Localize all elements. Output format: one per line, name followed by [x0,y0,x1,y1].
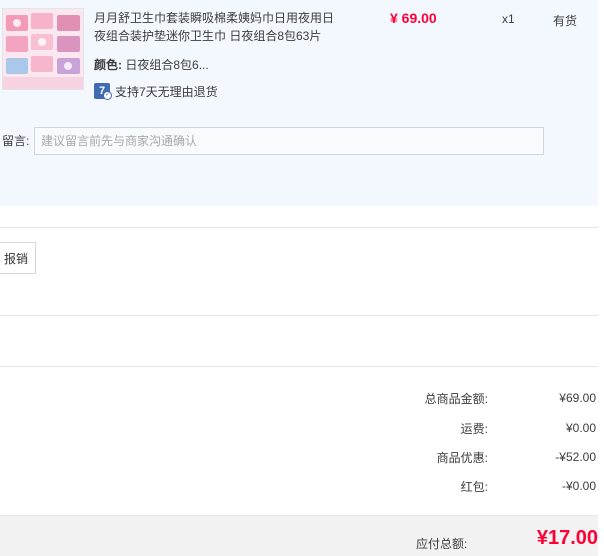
product-attribute: 颜色: 日夜组合8包6... [94,56,209,73]
attribute-key: 颜色: [94,58,122,72]
section-divider [0,366,598,367]
section-divider [0,315,598,316]
summary-label: 红包: [460,479,488,494]
product-quantity: x1 [502,12,515,26]
product-price: ¥ 69.00 [390,10,437,26]
order-item-panel: 月月舒卫生巾套装瞬吸棉柔姨妈巾日用夜用日夜组合装护垫迷你卫生巾 日夜组合8包63… [0,0,598,206]
return-policy-text: 支持7天无理由退货 [115,84,218,99]
product-title-link[interactable]: 月月舒卫生巾套装瞬吸棉柔姨妈巾日用夜用日夜组合装护垫迷你卫生巾 日夜组合8包63… [94,9,344,45]
product-thumbnail[interactable] [2,8,84,90]
total-amount: ¥17.00 [536,527,598,549]
check-icon: ✓ [103,91,112,100]
product-image [3,9,83,89]
invoice-reimburse-button[interactable]: 报销 [0,242,36,274]
summary-label: 商品优惠: [436,450,488,465]
attribute-value: 日夜组合8包6... [125,58,209,72]
message-input[interactable] [34,127,544,155]
summary-value: ¥0.00 [565,421,596,435]
summary-label: 运费: [460,421,488,436]
summary-row-shipping: 运费: ¥0.00 [368,420,596,436]
summary-row-subtotal: 总商品金额: ¥69.00 [368,390,596,406]
page-edge [598,0,604,555]
summary-row-red-packet: 红包: -¥0.00 [368,478,596,494]
return-policy-link[interactable]: 7 ✓ 支持7天无理由退货 [94,82,218,100]
summary-value: -¥52.00 [555,450,596,464]
total-bar: 应付总额: ¥17.00 [0,515,598,556]
summary-value: ¥69.00 [559,391,596,405]
message-label: 留言: [2,134,30,148]
section-divider [0,227,598,228]
stock-status: 有货 [553,14,578,28]
summary-label: 总商品金额: [424,391,488,406]
seven-day-return-icon: 7 ✓ [94,83,112,100]
total-label: 应付总额: [416,537,468,551]
summary-row-discount: 商品优惠: -¥52.00 [368,449,596,465]
summary-value: -¥0.00 [561,479,596,493]
